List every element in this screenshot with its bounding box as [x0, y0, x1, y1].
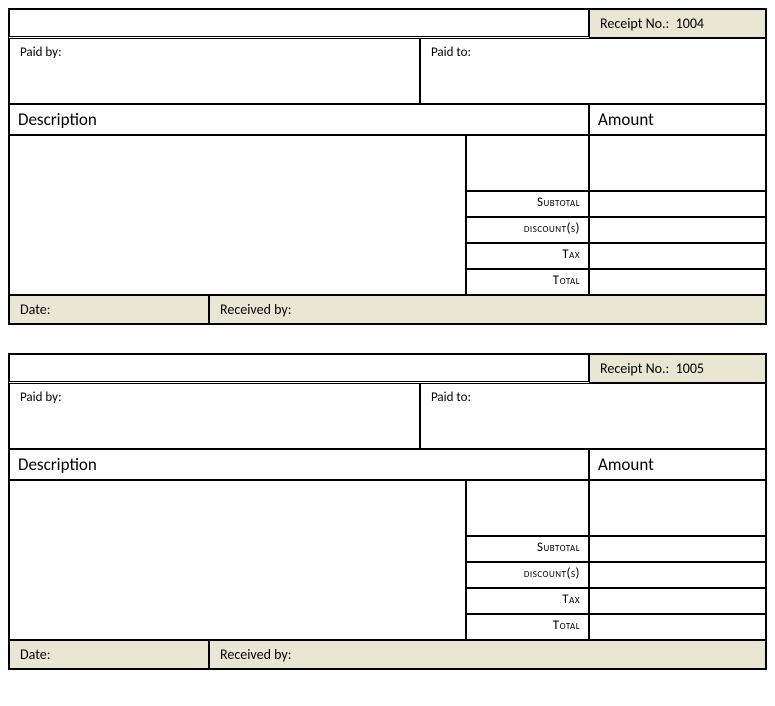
description-header: Description — [9, 104, 589, 135]
paid-by-cell: Paid by: — [9, 38, 420, 104]
total-value — [589, 614, 766, 640]
tax-label: Tax — [466, 588, 589, 614]
paid-to-label: Paid to: — [431, 45, 471, 60]
date-label: Date: — [20, 646, 50, 663]
subtotal-label: Subtotal — [466, 191, 589, 217]
total-value — [589, 269, 766, 295]
tax-value — [589, 588, 766, 614]
paid-to-cell: Paid to: — [420, 383, 766, 449]
receipt-number-cell: Receipt No.: 1005 — [589, 354, 766, 383]
amount-header: Amount — [589, 104, 766, 135]
received-by-label: Received by: — [220, 646, 291, 663]
discounts-label: discount(s) — [466, 217, 589, 243]
receipt-no-label: Receipt No.: — [600, 15, 669, 32]
paid-by-label: Paid by: — [20, 45, 62, 60]
amount-label-blank — [466, 135, 589, 191]
paid-to-label: Paid to: — [431, 390, 471, 405]
amount-label-blank — [466, 480, 589, 536]
description-body — [9, 480, 466, 640]
received-by-cell: Received by: — [209, 295, 766, 324]
amount-value-blank — [589, 480, 766, 536]
paid-by-cell: Paid by: — [9, 383, 420, 449]
paid-by-label: Paid by: — [20, 390, 62, 405]
receipt-no-label: Receipt No.: — [600, 360, 669, 377]
tax-value — [589, 243, 766, 269]
total-label: Total — [466, 269, 589, 295]
header-blank — [9, 9, 589, 37]
total-label: Total — [466, 614, 589, 640]
received-by-label: Received by: — [220, 301, 291, 318]
date-cell: Date: — [9, 640, 209, 669]
receipt-no-value: 1005 — [676, 360, 704, 377]
subtotal-value — [589, 191, 766, 217]
receipt: Receipt No.: 1004 Paid by: Paid to: Desc… — [8, 8, 767, 325]
subtotal-label: Subtotal — [466, 536, 589, 562]
subtotal-value — [589, 536, 766, 562]
discounts-value — [589, 217, 766, 243]
discounts-value — [589, 562, 766, 588]
date-cell: Date: — [9, 295, 209, 324]
discounts-label: discount(s) — [466, 562, 589, 588]
receipt-number-cell: Receipt No.: 1004 — [589, 9, 766, 38]
received-by-cell: Received by: — [209, 640, 766, 669]
receipt: Receipt No.: 1005 Paid by: Paid to: Desc… — [8, 353, 767, 670]
tax-label: Tax — [466, 243, 589, 269]
description-header: Description — [9, 449, 589, 480]
amount-header: Amount — [589, 449, 766, 480]
receipt-no-value: 1004 — [676, 15, 704, 32]
amount-value-blank — [589, 135, 766, 191]
header-blank — [9, 354, 589, 382]
paid-to-cell: Paid to: — [420, 38, 766, 104]
description-body — [9, 135, 466, 295]
date-label: Date: — [20, 301, 50, 318]
